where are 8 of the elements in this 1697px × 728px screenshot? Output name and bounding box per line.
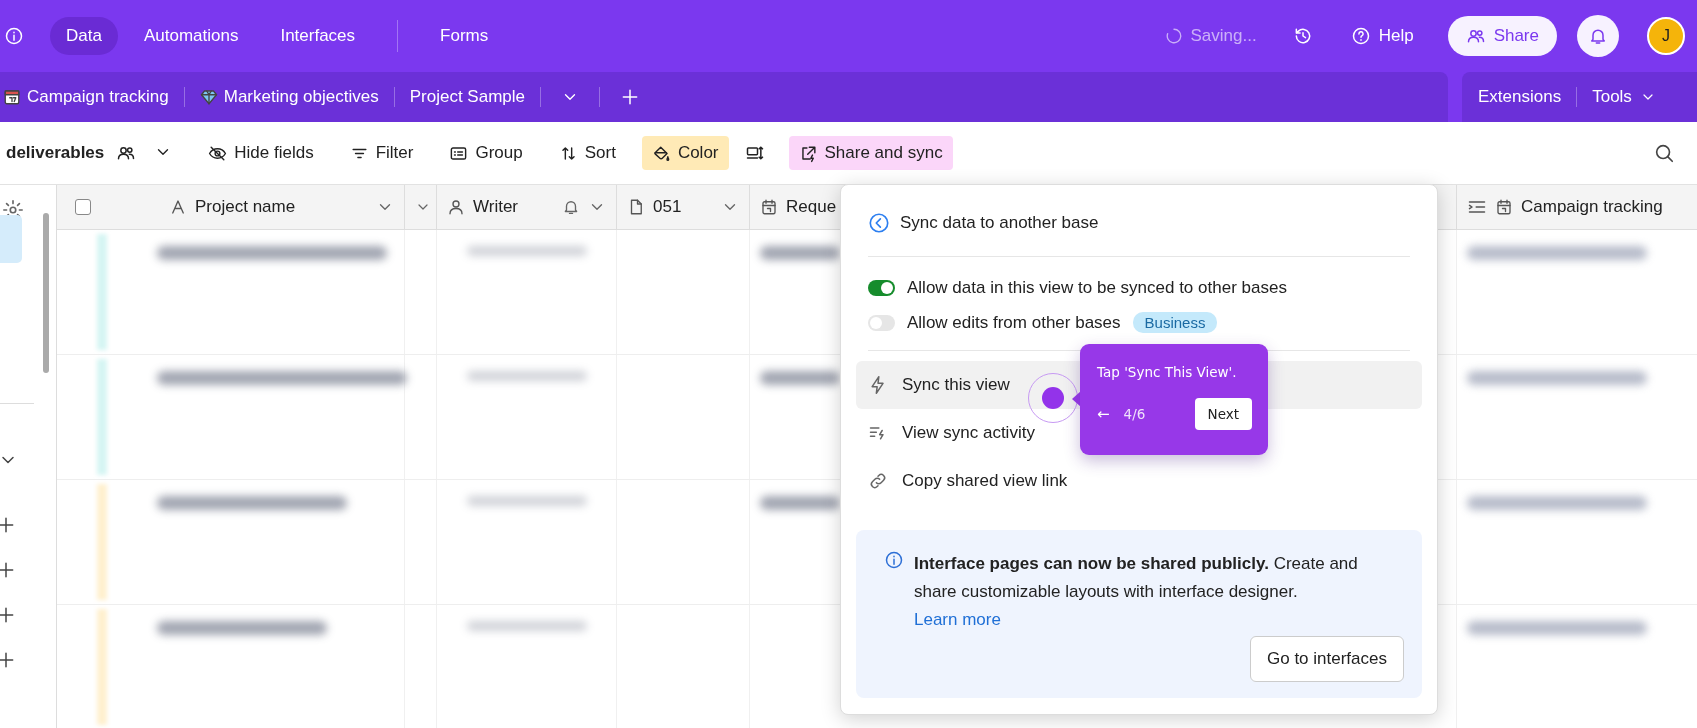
- saving-status: Saving...: [1190, 26, 1257, 46]
- info-text: Interface pages can now be shared publicly. Create and share customizable layouts with interface designer.: [914, 553, 1359, 603]
- toggle-label: Allow data in this view to be synced to other bases: [907, 278, 1287, 298]
- tooltip-text: Tap 'Sync This View'.: [1097, 364, 1238, 380]
- plan-badge: Business: [1132, 312, 1218, 333]
- step-counter: 4/6: [1123, 406, 1146, 422]
- view-name: deliverables: [6, 143, 105, 163]
- toggle-label: Allow edits from other bases: [907, 312, 1121, 333]
